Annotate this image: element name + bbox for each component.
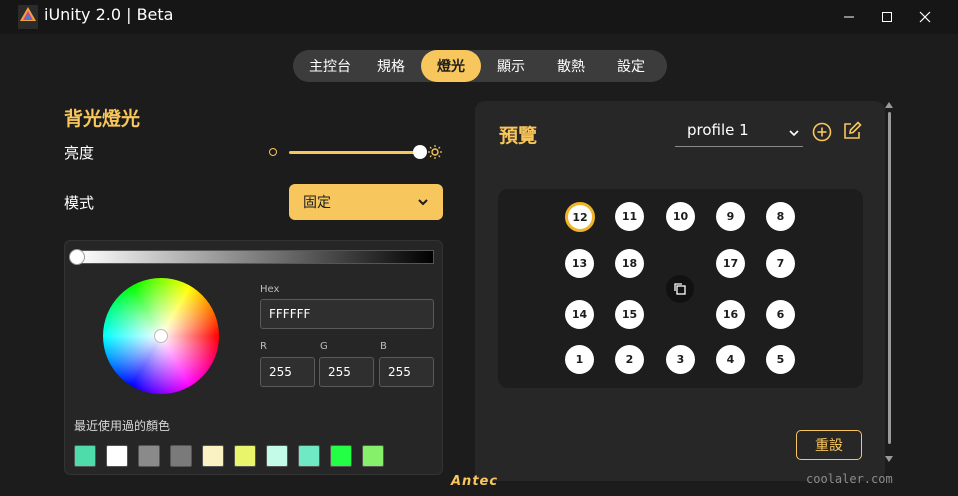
edit-profile-icon[interactable] bbox=[842, 121, 862, 141]
fan-button-6[interactable]: 6 bbox=[766, 300, 795, 329]
recent-colors-list bbox=[74, 445, 394, 467]
scroll-up-icon[interactable] bbox=[885, 102, 893, 108]
recent-color-swatch[interactable] bbox=[74, 445, 96, 467]
fan-button-13[interactable]: 13 bbox=[565, 249, 594, 278]
recent-color-swatch[interactable] bbox=[330, 445, 352, 467]
tab-dashboard[interactable]: 主控台 bbox=[299, 50, 361, 82]
copy-icon bbox=[674, 283, 686, 295]
fan-button-16[interactable]: 16 bbox=[716, 300, 745, 329]
r-input[interactable]: 255 bbox=[260, 357, 315, 387]
r-label: R bbox=[260, 341, 267, 352]
recent-color-swatch[interactable] bbox=[298, 445, 320, 467]
brightness-gradient-bar[interactable] bbox=[76, 250, 434, 264]
tab-cooling[interactable]: 散熱 bbox=[541, 50, 601, 82]
brightness-slider[interactable] bbox=[289, 151, 417, 154]
close-button[interactable] bbox=[902, 0, 948, 34]
fan-button-5[interactable]: 5 bbox=[766, 345, 795, 374]
fan-button-9[interactable]: 9 bbox=[716, 202, 745, 231]
fan-button-18[interactable]: 18 bbox=[615, 249, 644, 278]
antec-logo: Antec bbox=[451, 474, 499, 489]
sync-center-button[interactable] bbox=[666, 275, 694, 303]
color-wheel-handle[interactable] bbox=[154, 329, 168, 343]
chevron-down-icon bbox=[418, 199, 428, 206]
title-bar: iUnity 2.0 | Beta bbox=[0, 0, 958, 34]
gradient-bar-thumb[interactable] bbox=[69, 249, 85, 265]
fan-button-3[interactable]: 3 bbox=[666, 345, 695, 374]
g-input[interactable]: 255 bbox=[319, 357, 374, 387]
recent-color-swatch[interactable] bbox=[202, 445, 224, 467]
fan-button-11[interactable]: 11 bbox=[615, 202, 644, 231]
recent-colors-label: 最近使用過的顏色 bbox=[74, 419, 171, 433]
watermark: coolaler.com bbox=[806, 472, 893, 486]
recent-color-swatch[interactable] bbox=[362, 445, 384, 467]
brightness-slider-thumb[interactable] bbox=[413, 145, 427, 159]
preview-title: 預覽 bbox=[499, 125, 538, 147]
hex-input[interactable]: FFFFFF bbox=[260, 299, 434, 329]
tab-specs[interactable]: 規格 bbox=[361, 50, 421, 82]
recent-color-swatch[interactable] bbox=[138, 445, 160, 467]
add-profile-icon[interactable] bbox=[812, 122, 832, 142]
backlight-title: 背光燈光 bbox=[64, 108, 141, 130]
mode-dropdown[interactable]: 固定 bbox=[289, 184, 443, 220]
chevron-down-icon bbox=[789, 130, 799, 137]
scroll-down-icon[interactable] bbox=[885, 456, 893, 462]
fan-button-4[interactable]: 4 bbox=[716, 345, 745, 374]
recent-color-swatch[interactable] bbox=[170, 445, 192, 467]
fan-button-14[interactable]: 14 bbox=[565, 300, 594, 329]
scrollbar-thumb[interactable] bbox=[888, 112, 891, 444]
profile-dropdown[interactable]: profile 1 bbox=[675, 121, 803, 147]
fan-button-1[interactable]: 1 bbox=[565, 345, 594, 374]
color-picker-panel: Hex FFFFFF R G B 255 255 255 最近使用過的顏色 bbox=[64, 240, 443, 475]
recent-color-swatch[interactable] bbox=[234, 445, 256, 467]
tab-display[interactable]: 顯示 bbox=[481, 50, 541, 82]
reset-button[interactable]: 重設 bbox=[796, 430, 862, 460]
mode-label: 模式 bbox=[64, 194, 95, 212]
fan-button-12[interactable]: 12 bbox=[565, 202, 595, 232]
main-tabs: 主控台 規格 燈光 顯示 散熱 設定 bbox=[293, 50, 667, 82]
brightness-label: 亮度 bbox=[64, 144, 95, 162]
fan-button-15[interactable]: 15 bbox=[615, 300, 644, 329]
minimize-icon bbox=[844, 16, 854, 18]
maximize-icon bbox=[882, 12, 892, 22]
g-label: G bbox=[320, 341, 328, 352]
sun-icon bbox=[428, 145, 442, 159]
fan-button-7[interactable]: 7 bbox=[766, 249, 795, 278]
app-logo-icon bbox=[18, 5, 38, 29]
app-title: iUnity 2.0 | Beta bbox=[44, 5, 174, 24]
b-input[interactable]: 255 bbox=[379, 357, 434, 387]
fan-button-2[interactable]: 2 bbox=[615, 345, 644, 374]
fan-button-17[interactable]: 17 bbox=[716, 249, 745, 278]
tab-settings[interactable]: 設定 bbox=[601, 50, 661, 82]
close-icon bbox=[919, 11, 931, 23]
tab-lighting[interactable]: 燈光 bbox=[421, 50, 481, 82]
hex-label: Hex bbox=[260, 284, 280, 295]
recent-color-swatch[interactable] bbox=[266, 445, 288, 467]
b-label: B bbox=[380, 341, 387, 352]
brightness-min-icon bbox=[269, 148, 277, 156]
mode-value: 固定 bbox=[303, 195, 331, 211]
fan-button-8[interactable]: 8 bbox=[766, 202, 795, 231]
recent-color-swatch[interactable] bbox=[106, 445, 128, 467]
fan-button-10[interactable]: 10 bbox=[666, 202, 695, 231]
